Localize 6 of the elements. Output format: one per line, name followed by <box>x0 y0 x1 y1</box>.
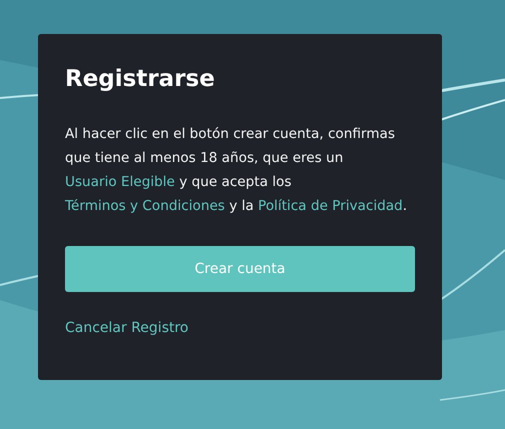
dialog-title: Registrarse <box>65 66 215 92</box>
cancel-link[interactable]: Cancelar Registro <box>65 320 188 336</box>
consent-text: Al hacer clic en el botón crear cuenta, confirmas que tiene al menos 18 años, que eres un Usuario Elegible y que acepta los Términos y Condiciones y la Política de Privacidad. <box>65 125 408 216</box>
text-link[interactable]: Política de Privacidad <box>258 198 403 214</box>
text-link[interactable]: Términos y Condiciones <box>65 198 225 214</box>
text-link[interactable]: Usuario Elegible <box>65 174 175 190</box>
